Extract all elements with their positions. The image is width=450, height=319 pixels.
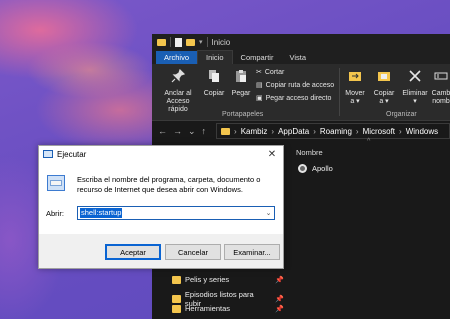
properties-icon[interactable]	[175, 37, 182, 47]
folder-icon	[172, 295, 181, 303]
tab-compartir[interactable]: Compartir	[233, 51, 282, 64]
tab-inicio[interactable]: Inicio	[197, 50, 233, 64]
forward-arrow-icon[interactable]: →	[173, 126, 182, 136]
move-to-button[interactable]: Mover a ▾	[343, 69, 367, 106]
list-item[interactable]: Apollo	[298, 164, 333, 173]
window-title: Inicio	[211, 37, 231, 47]
tab-vista[interactable]: Vista	[281, 51, 314, 64]
open-input[interactable]: shell:startup ⌄	[77, 206, 275, 220]
folder-icon	[172, 275, 181, 284]
cut-button[interactable]: ✂ Cortar	[256, 68, 284, 77]
breadcrumb-appdata[interactable]: AppData	[278, 127, 309, 136]
pin-quick-access-button[interactable]: Anclar al Acceso rápido	[156, 68, 200, 114]
rename-button[interactable]: Camb nomb	[430, 69, 450, 106]
scissors-icon: ✂	[256, 69, 262, 76]
ok-button[interactable]: Aceptar	[105, 244, 161, 260]
run-program-icon	[47, 175, 65, 191]
folder-icon	[157, 38, 166, 46]
copy-path-button[interactable]: ▤ Copiar ruta de acceso	[256, 81, 334, 90]
back-arrow-icon[interactable]: ←	[158, 126, 167, 136]
close-icon[interactable]: ✕	[261, 146, 283, 162]
apollo-app-icon	[298, 164, 307, 173]
chevron-down-icon[interactable]: ▾	[199, 38, 203, 46]
pin-icon	[171, 68, 186, 83]
run-dialog: Ejecutar ✕ Escriba el nombre del program…	[38, 145, 284, 269]
run-body: Escriba el nombre del programa, carpeta,…	[39, 162, 283, 234]
column-header-nombre[interactable]: Nombre	[296, 148, 323, 157]
breadcrumb-windows[interactable]: Windows	[406, 127, 438, 136]
explorer-titlebar: ▾ Inicio	[152, 34, 450, 50]
rename-icon	[434, 72, 448, 80]
copy-icon	[209, 70, 219, 82]
open-label: Abrir:	[46, 209, 64, 218]
delete-button[interactable]: Eliminar ▾	[402, 69, 428, 106]
run-footer: Aceptar Cancelar Examinar...	[39, 234, 283, 268]
sidebar-item-pelis-y-series[interactable]: Pelis y series 📌	[172, 275, 284, 284]
cancel-button[interactable]: Cancelar	[165, 244, 221, 260]
breadcrumb-microsoft[interactable]: Microsoft	[363, 127, 395, 136]
run-dialog-title: Ejecutar	[57, 149, 87, 159]
copy-path-icon: ▤	[256, 82, 263, 89]
copy-button[interactable]: Copiar	[202, 69, 226, 98]
organize-group-label: Organizar	[386, 111, 417, 118]
scroll-up-icon[interactable]: ^	[367, 138, 370, 145]
paste-button[interactable]: Pegar	[229, 69, 253, 98]
paste-shortcut-button[interactable]: ▣ Pegar acceso directo	[256, 94, 331, 103]
run-description: Escriba el nombre del programa, carpeta,…	[77, 175, 261, 194]
run-app-icon	[43, 150, 53, 158]
open-input-value[interactable]: shell:startup	[80, 208, 123, 218]
copy-to-icon	[378, 72, 390, 81]
breadcrumb[interactable]: › Kambiz › AppData › Roaming › Microsoft…	[216, 123, 450, 139]
breadcrumb-roaming[interactable]: Roaming	[320, 127, 352, 136]
copy-to-button[interactable]: Copiar a ▾	[371, 69, 397, 106]
ribbon-tabs: Archivo Inicio Compartir Vista	[152, 50, 450, 64]
pin-icon: 📌	[275, 276, 284, 284]
new-folder-icon[interactable]	[186, 38, 195, 46]
pin-icon: 📌	[275, 296, 284, 303]
paste-shortcut-icon: ▣	[256, 95, 263, 102]
breadcrumb-kambiz[interactable]: Kambiz	[241, 127, 268, 136]
address-bar-row: ← → ⌄ ↑ › Kambiz › AppData › Roaming › M…	[152, 121, 450, 141]
clipboard-group-label: Portapapeles	[222, 111, 264, 118]
move-to-icon	[349, 72, 361, 81]
up-arrow-icon[interactable]: ↑	[202, 126, 207, 136]
ribbon: Anclar al Acceso rápido Copiar Pegar ✂ C…	[152, 64, 450, 121]
browse-button[interactable]: Examinar...	[224, 244, 280, 260]
folder-icon	[221, 127, 231, 135]
chevron-down-icon[interactable]: ⌄	[263, 209, 274, 217]
pin-icon: 📌	[275, 305, 284, 313]
delete-icon	[409, 70, 421, 82]
paste-icon	[236, 70, 246, 82]
tab-archivo[interactable]: Archivo	[156, 51, 198, 64]
folder-icon	[172, 304, 181, 313]
run-titlebar: Ejecutar ✕	[39, 146, 283, 162]
recent-locations-icon[interactable]: ⌄	[188, 126, 196, 137]
sidebar-item-herramientas[interactable]: Herramientas 📌	[172, 304, 284, 313]
